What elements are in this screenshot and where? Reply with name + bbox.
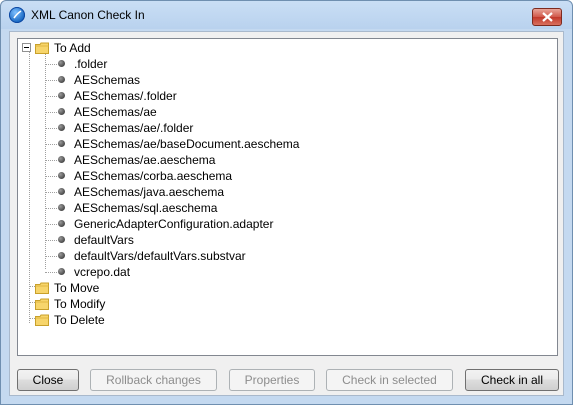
- tree-item-label: AESchemas/.folder: [74, 89, 177, 103]
- rollback-changes-button[interactable]: Rollback changes: [90, 369, 217, 391]
- folder-icon: [35, 298, 49, 310]
- tree-item-label: AESchemas/ae: [74, 105, 157, 119]
- collapse-minus-icon[interactable]: [22, 43, 31, 52]
- tree-group-label: To Delete: [54, 313, 105, 327]
- check-in-selected-button[interactable]: Check in selected: [326, 369, 453, 391]
- app-icon: [9, 7, 25, 23]
- file-bullet-icon: [58, 188, 65, 195]
- file-bullet-icon: [58, 220, 65, 227]
- check-in-all-button[interactable]: Check in all: [465, 369, 559, 391]
- folder-icon: [35, 282, 49, 294]
- close-button[interactable]: Close: [17, 369, 79, 391]
- tree-line: [45, 240, 57, 241]
- tree-line: [45, 256, 57, 257]
- file-bullet-icon: [58, 156, 65, 163]
- tree-line: [45, 272, 57, 273]
- file-bullet-icon: [58, 108, 65, 115]
- tree-line: [45, 112, 57, 113]
- tree-item-label: GenericAdapterConfiguration.adapter: [74, 217, 274, 231]
- tree-item-label: AESchemas/corba.aeschema: [74, 169, 233, 183]
- folder-icon: [35, 42, 49, 54]
- tree-item-label: AESchemas: [74, 73, 141, 87]
- changes-tree[interactable]: To Add .folder AESchemas AESchemas/.folder A…: [17, 38, 558, 356]
- dialog-client-area: To Add .folder AESchemas AESchemas/.folder A…: [9, 31, 564, 396]
- tree-line: [45, 80, 57, 81]
- file-bullet-icon: [58, 92, 65, 99]
- window-close-button[interactable]: [532, 8, 562, 26]
- tree-line: [45, 192, 57, 193]
- tree-line: [45, 128, 57, 129]
- tree-item-label: AESchemas/ae.aeschema: [74, 153, 216, 167]
- tree-item-label: AESchemas/ae/.folder: [74, 121, 194, 135]
- file-bullet-icon: [58, 252, 65, 259]
- dialog-window: XML Canon Check In To Add .folder AESchema…: [0, 0, 573, 405]
- window-title: XML Canon Check In: [31, 8, 145, 22]
- tree-line: [45, 144, 57, 145]
- tree-group-label: To Add: [54, 41, 91, 55]
- file-bullet-icon: [58, 140, 65, 147]
- tree-item-label: AESchemas/sql.aeschema: [74, 201, 218, 215]
- tree-item-label: vcrepo.dat: [74, 265, 131, 279]
- tree-line: [45, 64, 57, 65]
- tree-line: [29, 52, 30, 323]
- title-bar[interactable]: XML Canon Check In: [1, 1, 572, 31]
- tree-line: [45, 224, 57, 225]
- file-bullet-icon: [58, 76, 65, 83]
- file-bullet-icon: [58, 124, 65, 131]
- tree-line: [45, 176, 57, 177]
- tree-item-label: .folder: [74, 57, 108, 71]
- tree-item-label: defaultVars: [74, 233, 134, 247]
- folder-icon: [35, 314, 49, 326]
- tree-line: [45, 160, 57, 161]
- file-bullet-icon: [58, 60, 65, 67]
- file-bullet-icon: [58, 268, 65, 275]
- tree-line: [45, 208, 57, 209]
- file-bullet-icon: [58, 172, 65, 179]
- tree-item-label: AESchemas/java.aeschema: [74, 185, 225, 199]
- tree-item-label: AESchemas/ae/baseDocument.aeschema: [74, 137, 300, 151]
- tree-group-label: To Modify: [54, 297, 106, 311]
- tree-line: [45, 96, 57, 97]
- tree-line: [45, 53, 46, 269]
- close-icon: [542, 12, 553, 22]
- file-bullet-icon: [58, 236, 65, 243]
- tree-group-label: To Move: [54, 281, 100, 295]
- tree-item-label: defaultVars/defaultVars.substvar: [74, 249, 246, 263]
- file-bullet-icon: [58, 204, 65, 211]
- properties-button[interactable]: Properties: [229, 369, 315, 391]
